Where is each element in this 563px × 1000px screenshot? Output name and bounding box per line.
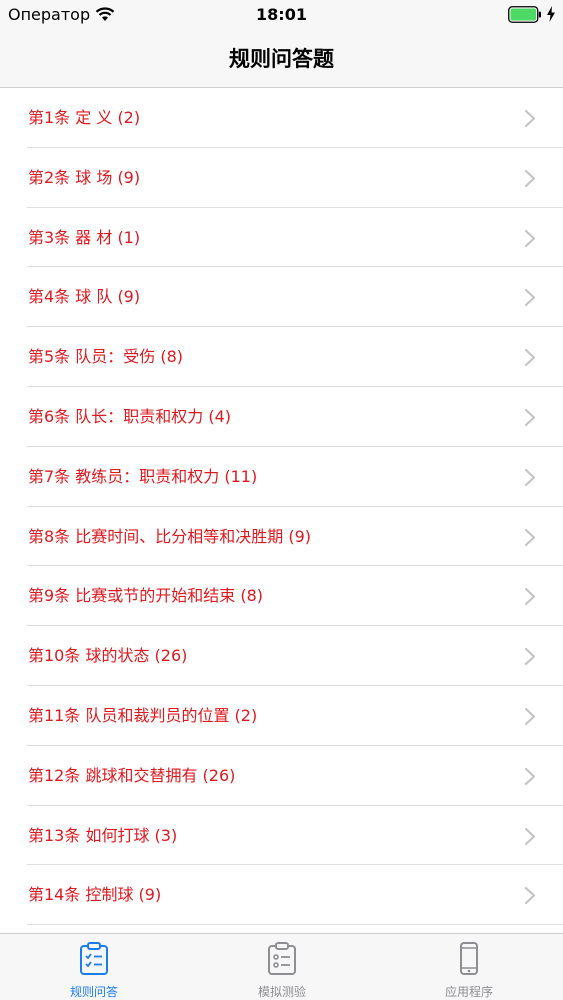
phone-icon (460, 942, 478, 975)
list-item-label: 第14条 控制球 (9) (28, 885, 162, 905)
navigation-bar: 规则问答题 (0, 30, 563, 88)
list-item-label: 第7条 教练员：职责和权力 (11) (28, 466, 258, 486)
list-item-label: 第5条 队员：受伤 (8) (28, 347, 184, 367)
list-item-label: 第2条 球 场 (9) (28, 167, 141, 187)
article-list[interactable]: 第1条 定 义 (2) 第2条 球 场 (9) 第3条 器 材 (1) 第4条 … (0, 88, 563, 933)
tab-rules-qa[interactable]: 规则问答 (0, 934, 188, 1000)
tab-label: 模拟测验 (257, 985, 306, 999)
page-title: 规则问答题 (229, 47, 334, 71)
list-item[interactable]: 第13条 如何打球 (3) (0, 806, 563, 866)
clipboard-checklist-icon (80, 942, 108, 975)
list-item[interactable]: 第9条 比赛或节的开始和结束 (8) (0, 566, 563, 626)
tab-label: 规则问答 (69, 985, 118, 999)
list-item-label: 第13条 如何打球 (3) (28, 825, 178, 845)
chevron-right-icon (524, 528, 536, 546)
chevron-right-icon (524, 408, 536, 427)
chevron-right-icon (524, 767, 536, 785)
list-item[interactable]: 第7条 教练员：职责和权力 (11) (0, 447, 563, 507)
list-item-label: 第6条 队长：职责和权力 (4) (28, 406, 232, 426)
list-item[interactable]: 第6条 队长：职责和权力 (4) (0, 387, 563, 447)
list-item-label: 第3条 器 材 (1) (28, 227, 141, 247)
clipboard-list-icon (268, 942, 296, 975)
charging-bolt-icon (547, 6, 555, 22)
list-item[interactable]: 第3条 器 材 (1) (0, 208, 563, 268)
list-item-label: 第1条 定 义 (2) (28, 108, 141, 127)
tab-label: 应用程序 (444, 985, 493, 999)
chevron-right-icon (524, 289, 536, 307)
chevron-right-icon (524, 887, 536, 905)
list-item[interactable]: 第2条 球 场 (9) (0, 148, 563, 208)
chevron-right-icon (524, 349, 536, 367)
list-item[interactable]: 第14条 控制球 (9) (0, 865, 563, 925)
chevron-right-icon (524, 588, 536, 606)
status-bar: Оператор 18:01 (0, 0, 563, 30)
list-item[interactable]: 第1条 定 义 (2) (0, 88, 563, 148)
list-item[interactable]: 第10条 球的状态 (26) (0, 626, 563, 686)
chevron-right-icon (524, 468, 536, 486)
tab-apps[interactable]: 应用程序 (375, 934, 563, 1000)
chevron-right-icon (524, 229, 536, 247)
chevron-right-icon (524, 827, 536, 845)
list-item[interactable]: 第5条 队员：受伤 (8) (0, 327, 563, 387)
list-item[interactable]: 第4条 球 队 (9) (0, 267, 563, 327)
list-item-label: 第11条 队员和裁判员的位置 (2) (28, 705, 258, 725)
tab-bar: 规则问答 模拟测验 应用程序 (0, 933, 563, 1000)
list-item[interactable]: 第8条 比赛时间、比分相等和决胜期 (9) (0, 507, 563, 567)
list-item[interactable]: 第12条 跳球和交替拥有 (26) (0, 746, 563, 806)
list-item-label: 第10条 球的状态 (26) (28, 646, 188, 666)
list-item[interactable]: 第11条 队员和裁判员的位置 (2) (0, 686, 563, 746)
chevron-right-icon (524, 109, 536, 128)
chevron-right-icon (524, 707, 536, 726)
chevron-right-icon (524, 648, 536, 666)
list-item-label: 第12条 跳球和交替拥有 (26) (28, 765, 236, 785)
battery-icon (508, 6, 541, 23)
list-item-label: 第9条 比赛或节的开始和结束 (8) (28, 586, 264, 606)
tab-mock-test[interactable]: 模拟测验 (188, 934, 376, 1000)
chevron-right-icon (524, 169, 536, 187)
status-time: 18:01 (256, 5, 307, 24)
list-item-label: 第4条 球 队 (9) (28, 287, 141, 307)
list-item-label: 第8条 比赛时间、比分相等和决胜期 (9) (28, 526, 312, 546)
